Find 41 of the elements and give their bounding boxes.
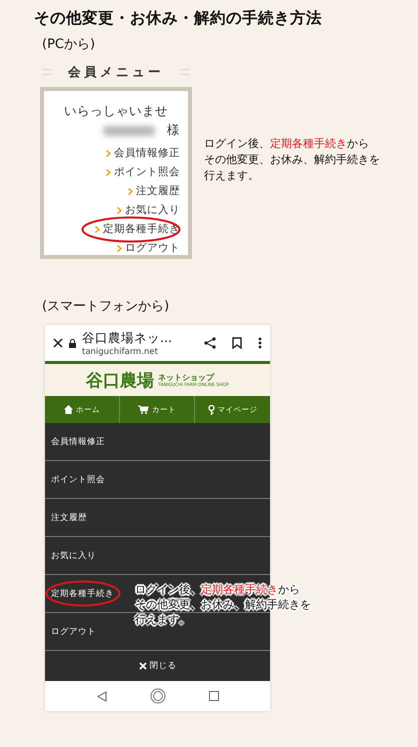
chevron-icon	[106, 169, 111, 176]
menu-link[interactable]: 注文履歴	[128, 183, 180, 200]
close-icon[interactable]	[53, 338, 63, 348]
close-icon	[138, 662, 146, 670]
recents-icon[interactable]	[208, 691, 218, 701]
menu-item[interactable]: ログアウト	[51, 626, 96, 638]
menu-title: 会員メニュー	[68, 64, 164, 80]
chevron-icon	[117, 207, 122, 214]
chevron-icon	[128, 188, 133, 195]
logo-subtitle: ネットショップ	[158, 372, 216, 382]
back-icon[interactable]	[96, 690, 106, 702]
menu-link[interactable]: お気に入り	[117, 202, 180, 219]
menu-item[interactable]: 注文履歴	[51, 512, 87, 524]
home-icon	[64, 405, 73, 414]
cart-icon	[138, 405, 149, 414]
close-menu-button[interactable]: 閉じる	[45, 651, 270, 681]
more-icon[interactable]	[258, 337, 262, 349]
page-tab-title: 谷口農場ネッ...	[82, 330, 173, 346]
instruction-text: ログイン後、定期各種手続き から その他変更、お休み、解約手続きを 行えます。	[204, 136, 380, 184]
page-title: その他変更・お休み・解約の手続き方法	[34, 8, 323, 29]
logo-text: 谷口農場	[86, 370, 154, 392]
menu-item[interactable]: お気に入り	[51, 550, 96, 562]
key-icon	[208, 404, 214, 414]
menu-item[interactable]: 会員情報修正	[51, 436, 105, 448]
menu-link[interactable]: ログアウト	[117, 240, 180, 257]
share-icon[interactable]	[204, 337, 216, 349]
bookmark-icon[interactable]	[232, 337, 242, 349]
lock-icon	[69, 338, 76, 348]
home-button-icon[interactable]	[150, 688, 166, 704]
redacted-name	[103, 126, 155, 136]
honorific: 様	[167, 122, 180, 139]
welcome-text: いらっしゃいませ	[64, 103, 168, 120]
section-heading: (PCから)	[42, 36, 96, 53]
menu-link[interactable]: 会員情報修正	[106, 145, 180, 162]
menu-link[interactable]: ポイント照会	[106, 164, 180, 181]
chevron-icon	[95, 226, 100, 233]
chevron-icon	[117, 245, 122, 252]
url-text: taniguchifarm.net	[82, 346, 159, 356]
section-heading: (スマートフォンから)	[42, 298, 170, 315]
chevron-icon	[106, 150, 111, 157]
menu-item[interactable]: ポイント照会	[51, 474, 105, 486]
